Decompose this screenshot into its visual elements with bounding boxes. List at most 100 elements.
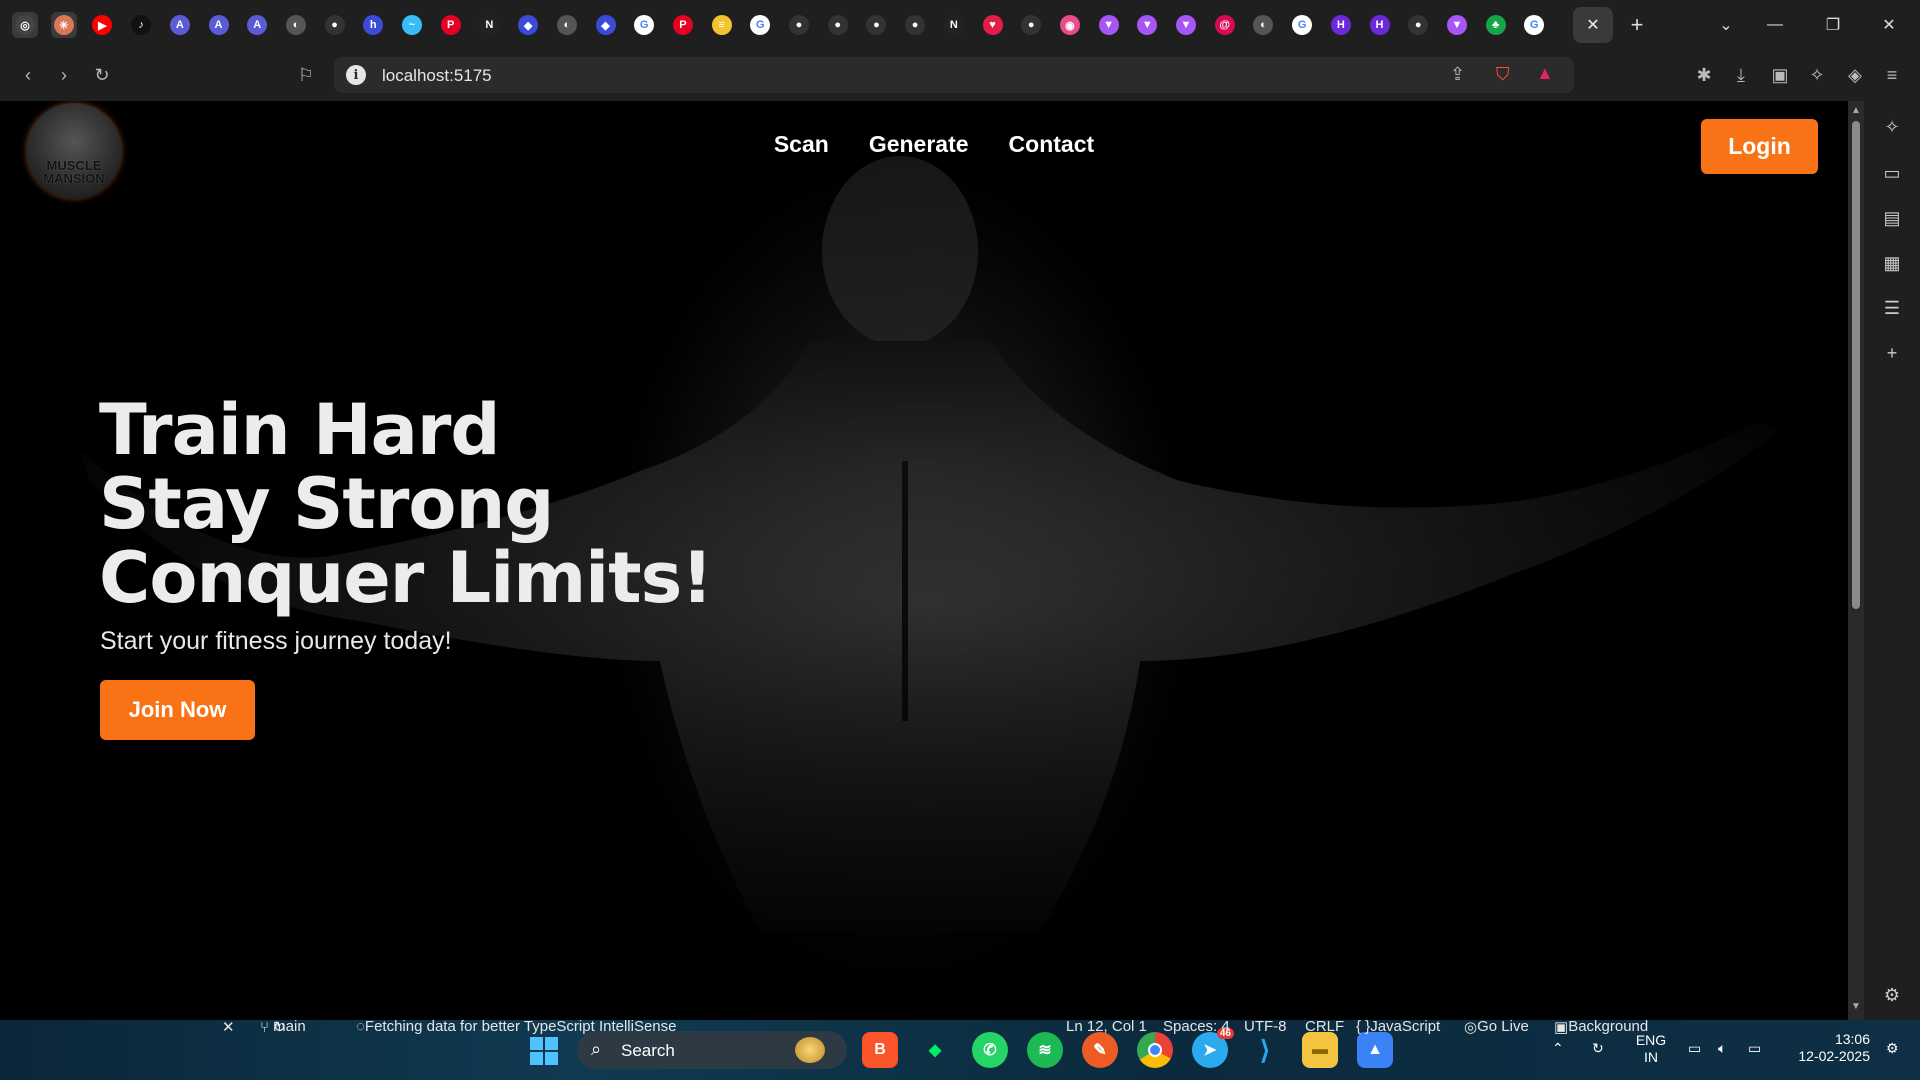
github-icon[interactable]: ● xyxy=(1018,12,1044,38)
login-button[interactable]: Login xyxy=(1701,119,1818,174)
share-icon[interactable]: ⇪ xyxy=(1450,64,1465,85)
tab-search-icon[interactable]: ⌄ xyxy=(1713,12,1739,38)
minimize-icon[interactable]: — xyxy=(1762,12,1788,38)
github-icon[interactable]: ● xyxy=(902,12,928,38)
github-icon[interactable]: ● xyxy=(825,12,851,38)
google-icon[interactable]: G xyxy=(1289,12,1315,38)
leo-sidebar-icon[interactable]: ✧ xyxy=(1880,115,1904,139)
debian-icon[interactable]: @ xyxy=(1212,12,1238,38)
vite-icon[interactable]: ▼ xyxy=(1096,12,1122,38)
new-tab-button[interactable]: + xyxy=(1624,12,1650,38)
reload-icon[interactable]: ↻ xyxy=(88,61,116,89)
end-of-line[interactable]: CRLF xyxy=(1305,1018,1344,1035)
indentation[interactable]: Spaces: 4 xyxy=(1163,1018,1230,1035)
pinterest-icon[interactable]: P xyxy=(670,12,696,38)
pinterest-icon[interactable]: P xyxy=(438,12,464,38)
add-sidebar-icon[interactable]: + xyxy=(1880,341,1904,365)
git-branch[interactable]: ⑂ main ↻ xyxy=(260,1018,306,1036)
postman-app-icon[interactable]: ✎ xyxy=(1082,1032,1118,1068)
arc-icon[interactable]: A xyxy=(244,12,270,38)
mongodb-app-icon[interactable]: ◆ xyxy=(917,1032,953,1068)
drive-icon[interactable]: ◆ xyxy=(515,12,541,38)
arc-icon[interactable]: A xyxy=(167,12,193,38)
sync-icon[interactable]: ↻ xyxy=(1592,1040,1604,1057)
file-explorer-app-icon[interactable]: ▬ xyxy=(1302,1032,1338,1068)
nav-generate[interactable]: Generate xyxy=(869,131,969,158)
google-icon[interactable]: G xyxy=(1521,12,1547,38)
tiktok-icon[interactable]: ♪ xyxy=(128,12,154,38)
spotify-app-icon[interactable]: ≋ xyxy=(1027,1032,1063,1068)
tray-overflow-icon[interactable]: ⌃ xyxy=(1552,1040,1564,1057)
vite-icon[interactable]: ▼ xyxy=(1134,12,1160,38)
github-icon[interactable]: ● xyxy=(322,12,348,38)
google-icon[interactable]: G xyxy=(747,12,773,38)
nav-scan[interactable]: Scan xyxy=(774,131,829,158)
globe-icon[interactable]: ◐ xyxy=(1250,12,1276,38)
taskbar-search[interactable]: ⌕ Search xyxy=(577,1031,847,1069)
heart-icon[interactable]: ♥ xyxy=(980,12,1006,38)
bookmark-icon[interactable]: ⚐ xyxy=(292,61,320,89)
bookmarks-sidebar-icon[interactable]: ▦ xyxy=(1880,251,1904,275)
notion-icon[interactable]: N xyxy=(941,12,967,38)
hyper-icon[interactable]: H xyxy=(1328,12,1354,38)
vpn-icon[interactable]: ◈ xyxy=(1841,61,1869,89)
restore-icon[interactable]: ❐ xyxy=(1820,12,1846,38)
github-icon[interactable]: ● xyxy=(786,12,812,38)
language-mode[interactable]: { } JavaScript xyxy=(1356,1018,1440,1035)
scrollbar-thumb[interactable] xyxy=(1852,121,1860,609)
vite-icon[interactable]: ▼ xyxy=(1173,12,1199,38)
page-scrollbar[interactable]: ▲ ▼ xyxy=(1848,101,1864,1020)
sidebar-settings-icon[interactable]: ⚙ xyxy=(1880,983,1904,1007)
brave-shield-icon[interactable]: ⛉ xyxy=(1496,64,1510,85)
vscode-app-icon[interactable]: ⟩ xyxy=(1247,1032,1283,1068)
dribbble-icon[interactable]: ◉ xyxy=(1057,12,1083,38)
claude-icon[interactable]: ✳ xyxy=(50,12,77,38)
github-icon[interactable]: ● xyxy=(863,12,889,38)
notification-icon[interactable]: ⚙ xyxy=(1886,1040,1899,1057)
url-text[interactable]: localhost:5175 xyxy=(382,66,492,86)
brave-app-icon[interactable]: B xyxy=(862,1032,898,1068)
close-tab-icon[interactable]: ✕ xyxy=(1586,15,1599,35)
battery-icon[interactable]: ▭ xyxy=(1748,1040,1761,1057)
brave-rewards-icon[interactable]: ▲ xyxy=(1536,63,1554,84)
scroll-up-icon[interactable]: ▲ xyxy=(1851,105,1861,116)
wallet-sidebar-icon[interactable]: ▤ xyxy=(1880,206,1904,230)
nav-contact[interactable]: Contact xyxy=(1009,131,1095,158)
reading-list-icon[interactable]: ☰ xyxy=(1880,296,1904,320)
leo-ai-icon[interactable]: ✧ xyxy=(1803,61,1831,89)
extensions-icon[interactable]: ✱ xyxy=(1690,61,1718,89)
download-icon[interactable]: ⤓ xyxy=(1727,61,1755,89)
youtube-icon[interactable]: ▶ xyxy=(89,12,115,38)
hashnode-icon[interactable]: h xyxy=(360,12,386,38)
join-now-button[interactable]: Join Now xyxy=(100,680,255,740)
address-bar[interactable]: i localhost:5175 ⇪ ⛉ ▲ xyxy=(334,57,1574,93)
chrome-app-icon[interactable] xyxy=(1137,1032,1173,1068)
arc-icon[interactable]: A xyxy=(206,12,232,38)
hyper-icon[interactable]: H xyxy=(1367,12,1393,38)
go-live[interactable]: ◎ Go Live xyxy=(1464,1018,1529,1036)
tree-icon[interactable]: ♣ xyxy=(1483,12,1509,38)
chatgpt-icon[interactable]: ◎ xyxy=(12,12,38,38)
media-sidebar-icon[interactable]: ▭ xyxy=(1880,161,1904,185)
telegram-app-icon[interactable]: ➤ 46 xyxy=(1192,1028,1234,1068)
back-icon[interactable]: ‹ xyxy=(14,61,42,89)
language-indicator[interactable]: ENG IN xyxy=(1634,1032,1668,1066)
notion-icon[interactable]: N xyxy=(476,12,502,38)
network-icon[interactable]: ▭ xyxy=(1688,1040,1701,1057)
clock[interactable]: 13:06 12-02-2025 xyxy=(1786,1031,1870,1065)
background-ext[interactable]: ▣ Background xyxy=(1554,1018,1648,1036)
tailwind-icon[interactable]: ~ xyxy=(399,12,425,38)
menu-icon[interactable]: ≡ xyxy=(1878,61,1906,89)
google-icon[interactable]: G xyxy=(631,12,657,38)
encoding[interactable]: UTF-8 xyxy=(1244,1018,1287,1035)
whatsapp-app-icon[interactable]: ✆ xyxy=(972,1032,1008,1068)
scroll-down-icon[interactable]: ▼ xyxy=(1851,1001,1861,1012)
volume-icon[interactable]: 🔈︎ xyxy=(1718,1040,1726,1057)
active-tab[interactable]: ✕ xyxy=(1573,7,1613,43)
photos-app-icon[interactable]: ▲ xyxy=(1357,1032,1393,1068)
close-window-icon[interactable]: ✕ xyxy=(1876,12,1902,38)
cursor-position[interactable]: Ln 12, Col 1 xyxy=(1066,1018,1147,1035)
windows-start-icon[interactable] xyxy=(530,1037,558,1065)
stack-icon[interactable]: ≡ xyxy=(709,12,735,38)
vite-icon[interactable]: ▼ xyxy=(1444,12,1470,38)
